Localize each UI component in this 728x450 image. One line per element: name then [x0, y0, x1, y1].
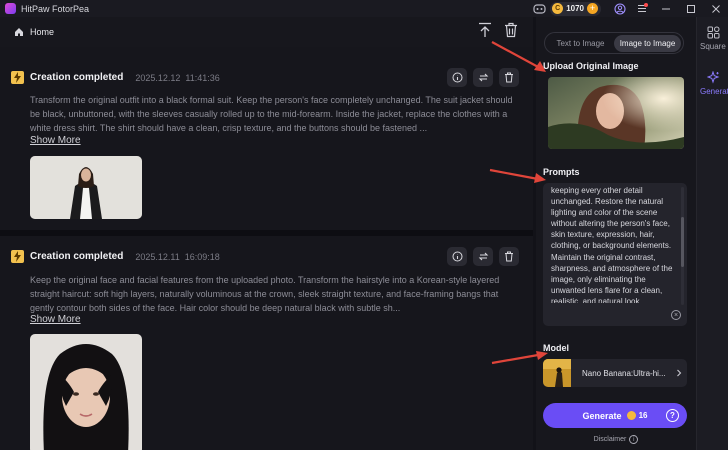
disclaimer-link[interactable]: Disclaimer i: [536, 435, 696, 444]
trash-icon: [505, 251, 513, 262]
upload-section-title: Upload Original Image: [543, 61, 639, 71]
help-icon[interactable]: ?: [666, 409, 679, 422]
coin-icon: [626, 411, 636, 420]
coin-count: 1070: [566, 4, 584, 13]
disclaimer-label: Disclaimer: [593, 436, 627, 443]
home-label: Home: [30, 27, 55, 37]
side-rail: Square Generate: [696, 17, 728, 450]
card-timestamp: 2025.12.11 16:09:18: [135, 251, 220, 262]
card-timestamp: 2025.12.12 11:41:36: [135, 72, 220, 83]
rail-label: Square: [700, 42, 726, 51]
rail-label: Generate: [700, 87, 728, 96]
rail-item-generate[interactable]: Generate: [697, 71, 728, 96]
close-icon[interactable]: [703, 0, 728, 17]
home-link[interactable]: Home: [14, 27, 54, 37]
generate-button[interactable]: Generate 16 ?: [543, 403, 687, 428]
creation-card: Creation completed 2025.12.12 11:41:36 T…: [0, 47, 533, 230]
regenerate-button[interactable]: [473, 247, 493, 266]
add-coins-icon[interactable]: +: [587, 3, 598, 14]
info-icon: i: [629, 435, 639, 444]
mode-toggle: Text to Image Image to Image: [544, 32, 684, 54]
tab-text-to-image[interactable]: Text to Image: [547, 35, 614, 52]
trash-icon[interactable]: [504, 22, 518, 38]
grid-icon: [707, 26, 719, 39]
account-icon[interactable]: [609, 0, 631, 17]
page-header: Home: [0, 17, 533, 47]
card-title: Creation completed: [30, 72, 124, 83]
delete-button[interactable]: [499, 247, 519, 266]
result-thumbnail[interactable]: [30, 156, 142, 219]
coin-icon: C: [552, 3, 564, 14]
card-prompt-text: Transform the original outfit into a bla…: [30, 95, 513, 133]
annotation-arrow: [491, 351, 548, 365]
show-more-link[interactable]: Show More: [30, 314, 81, 325]
generate-panel: Text to Image Image to Image Upload Orig…: [536, 17, 696, 450]
card-header: Creation completed 2025.12.12 11:41:36: [11, 71, 220, 84]
generate-cost: 16: [638, 411, 648, 420]
tab-image-to-image[interactable]: Image to Image: [614, 34, 681, 52]
chevron-right-icon: [677, 369, 682, 377]
prompt-scrollbar[interactable]: [681, 187, 684, 305]
coin-balance[interactable]: C 1070 +: [550, 1, 601, 16]
card-prompt-text: Keep the original face and facial featur…: [30, 275, 500, 313]
info-icon: [452, 251, 462, 262]
show-more-link[interactable]: Show More: [30, 135, 81, 146]
app-logo: [5, 3, 16, 14]
discord-icon[interactable]: [528, 0, 550, 17]
prompt-textarea[interactable]: keeping every other detail unchanged. Re…: [543, 183, 687, 326]
card-header: Creation completed 2025.12.11 16:09:18: [11, 250, 220, 263]
prompt-text: keeping every other detail unchanged. Re…: [551, 186, 673, 303]
sparkle-icon: [706, 71, 719, 84]
maximize-icon[interactable]: [678, 0, 703, 17]
generate-label: Generate: [582, 410, 622, 421]
notification-dot: [644, 3, 648, 7]
swap-icon: [478, 73, 488, 82]
clear-prompt-icon[interactable]: ×: [671, 310, 681, 320]
info-button[interactable]: [447, 247, 467, 266]
app-title: HitPaw FotorPea: [21, 3, 90, 14]
home-icon: [15, 28, 23, 36]
upload-top-icon[interactable]: [478, 22, 492, 38]
menu-icon[interactable]: [631, 0, 653, 17]
info-icon: [452, 72, 462, 83]
rail-item-square[interactable]: Square: [697, 26, 728, 51]
title-bar: HitPaw FotorPea C 1070 +: [0, 0, 728, 17]
swap-icon: [478, 252, 488, 261]
lightning-icon: [11, 71, 24, 84]
model-name: Nano Banana:Ultra-hi...: [582, 368, 666, 378]
result-thumbnail[interactable]: [30, 334, 142, 450]
info-button[interactable]: [447, 68, 467, 87]
annotation-arrow: [489, 168, 546, 183]
creation-card: Creation completed 2025.12.11 16:09:18 K…: [0, 236, 533, 450]
lightning-icon: [11, 250, 24, 263]
uploaded-image[interactable]: [548, 77, 684, 149]
creation-feed[interactable]: Creation completed 2025.12.12 11:41:36 T…: [0, 47, 533, 450]
model-selector[interactable]: Nano Banana:Ultra-hi...: [543, 359, 687, 387]
minimize-icon[interactable]: [653, 0, 678, 17]
annotation-arrow: [491, 41, 546, 72]
card-title: Creation completed: [30, 251, 124, 262]
